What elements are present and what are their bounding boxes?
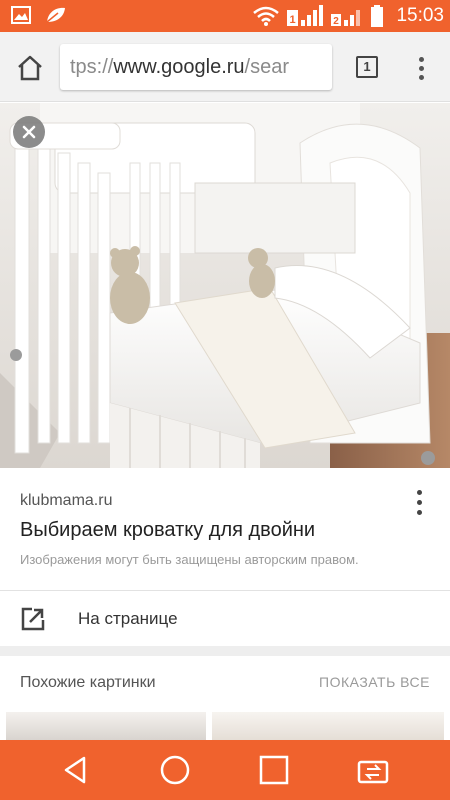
menu-dot-icon [419,66,424,71]
signal-sim1-icon: 1 [287,5,324,26]
show-all-button[interactable]: ПОКАЗАТЬ ВСЕ [319,674,430,690]
signal-sim2-icon: 2 [331,10,361,27]
switch-icon[interactable] [355,752,391,788]
close-preview-button[interactable] [13,116,45,148]
status-right-icons: 1 2 15:03 [252,4,444,28]
tab-count: 1 [356,56,378,78]
result-title[interactable]: Выбираем кроватку для двойни [20,519,315,542]
svg-text:1: 1 [290,14,296,26]
status-time: 15:03 [396,5,444,26]
result-info: klubmama.ru Выбираем кроватку для двойни… [0,468,450,588]
menu-dot-icon [419,57,424,62]
leaf-icon [46,7,65,23]
open-external-icon [21,607,45,631]
copyright-notice: Изображения могут быть защищены авторски… [20,552,359,567]
close-icon [22,125,36,139]
section-gap [0,646,450,656]
back-icon[interactable] [58,752,94,788]
similar-thumbnail[interactable] [6,712,206,740]
recents-icon[interactable] [256,752,292,788]
status-left-icons [10,4,68,26]
status-bar: 1 2 15:03 [0,0,450,32]
browser-toolbar: tps://www.google.ru/sear 1 [0,32,450,102]
wifi-icon [253,6,280,26]
svg-text:2: 2 [334,16,340,27]
image-preview[interactable] [0,103,450,468]
battery-icon [371,5,384,27]
divider [0,590,450,591]
navigation-bar [0,740,450,800]
result-source[interactable]: klubmama.ru [20,492,112,510]
url-field[interactable]: tps://www.google.ru/sear [60,44,332,90]
similar-images-title: Похожие картинки [20,674,156,691]
home-button[interactable] [14,52,46,84]
on-page-action[interactable]: На странице [0,592,450,646]
image-icon [11,6,31,24]
more-dot-icon [417,500,422,505]
url-path: /sear [244,56,290,78]
url-host: www.google.ru [113,56,245,78]
home-icon[interactable] [157,752,193,788]
url-scheme: tps:// [70,56,114,78]
more-dot-icon [417,490,422,495]
on-page-label: На странице [78,609,178,628]
more-dot-icon [417,510,422,515]
similar-thumbnail[interactable] [212,712,444,740]
tabs-button[interactable]: 1 [352,54,382,82]
result-more-button[interactable] [408,488,432,518]
browser-menu-button[interactable] [410,54,434,82]
home-icon [18,55,42,81]
menu-dot-icon [419,75,424,80]
crib-photo [0,103,450,468]
similar-images-section: Похожие картинки ПОКАЗАТЬ ВСЕ [0,656,450,740]
